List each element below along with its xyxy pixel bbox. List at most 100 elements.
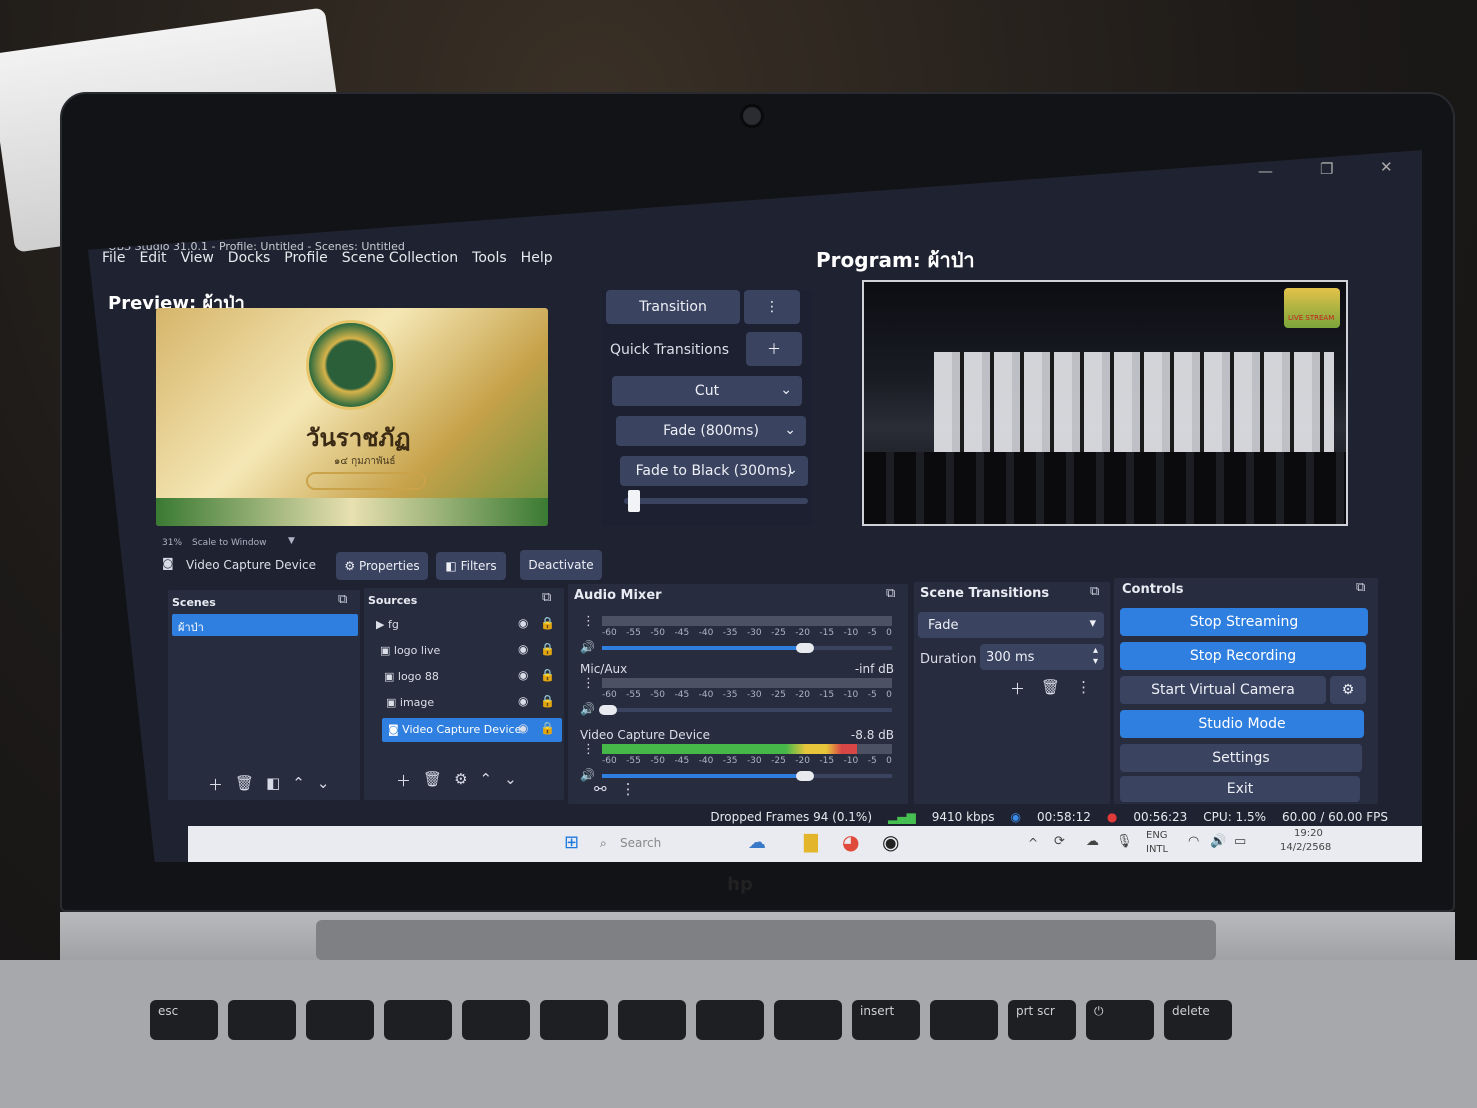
folder-icon[interactable]: ▇ (804, 832, 818, 853)
menu-profile[interactable]: Profile (284, 250, 328, 266)
muted-speaker-icon[interactable]: 🔊 (580, 702, 595, 716)
filters-button[interactable]: ◧ Filters (436, 552, 506, 580)
channel-menu-icon[interactable]: ⋮ (582, 676, 595, 691)
speaker-icon[interactable]: 🔊 (580, 768, 595, 782)
menu-help[interactable]: Help (521, 250, 553, 266)
channel-menu-icon[interactable]: ⋮ (582, 742, 595, 757)
key-power-icon[interactable]: ⏻ (1086, 1000, 1154, 1040)
volume-slider[interactable] (602, 646, 892, 650)
trash-icon[interactable]: 🗑 (423, 770, 442, 791)
battery-icon[interactable]: ▭ (1234, 834, 1246, 849)
volume-knob[interactable] (796, 643, 814, 653)
key[interactable] (930, 1000, 998, 1040)
start-virtual-camera-button[interactable]: Start Virtual Camera (1120, 676, 1326, 704)
volume-slider[interactable] (602, 708, 892, 712)
virtual-camera-settings-icon[interactable]: ⚙ (1330, 676, 1366, 704)
key[interactable] (384, 1000, 452, 1040)
taskbar-search[interactable]: Search (620, 836, 661, 850)
wifi-icon[interactable]: ◠ (1188, 834, 1199, 849)
chevron-down-icon[interactable]: ⌄ (317, 774, 330, 795)
key[interactable] (228, 1000, 296, 1040)
lock-icon[interactable]: 🔒 (540, 616, 555, 630)
source-item[interactable]: ▶ fg ◉ 🔒 (368, 614, 558, 636)
volume-slider[interactable] (602, 774, 892, 778)
chrome-icon[interactable]: ◕ (842, 830, 859, 854)
search-icon[interactable]: ⌕ (600, 836, 607, 851)
key[interactable] (618, 1000, 686, 1040)
duration-spinbox[interactable]: 300 ms ▴ ▾ (980, 644, 1104, 670)
volume-icon[interactable]: 🔊 (1210, 834, 1226, 849)
chevron-up-icon[interactable]: ⌃ (480, 770, 493, 791)
transition-type-select[interactable]: Fade ▾ (918, 612, 1104, 638)
key-delete[interactable]: delete (1164, 1000, 1232, 1040)
menu-file[interactable]: File (102, 250, 125, 266)
add-icon[interactable]: ＋ (1010, 678, 1025, 699)
lock-icon[interactable]: 🔒 (540, 642, 555, 656)
menu-view[interactable]: View (181, 250, 214, 266)
lock-icon[interactable]: 🔒 (540, 721, 555, 735)
quick-transition-cut[interactable]: Cut ⌄ (612, 376, 802, 406)
menu-scene-collection[interactable]: Scene Collection (342, 250, 458, 266)
properties-button[interactable]: ⚙ Properties (336, 552, 428, 580)
key[interactable] (774, 1000, 842, 1040)
gear-icon[interactable]: ⚙ (454, 770, 467, 791)
key[interactable] (696, 1000, 764, 1040)
preview-canvas[interactable]: วันราชภัฏ ๑๔ กุมภาพันธ์ (156, 308, 548, 526)
tbar-handle[interactable] (627, 490, 640, 512)
key[interactable] (462, 1000, 530, 1040)
lock-icon[interactable]: 🔒 (540, 694, 555, 708)
key-esc[interactable]: esc (150, 1000, 218, 1040)
link-icon[interactable]: ⚯ (594, 780, 607, 798)
input-layout[interactable]: INTL (1146, 844, 1168, 855)
channel-menu-icon[interactable]: ⋮ (582, 614, 595, 629)
stop-recording-button[interactable]: Stop Recording (1120, 642, 1366, 670)
undock-icon[interactable]: ⧉ (1090, 584, 1099, 599)
undock-icon[interactable]: ⧉ (338, 592, 347, 607)
undock-icon[interactable]: ⧉ (886, 586, 895, 601)
key-prt-scr[interactable]: prt scr (1008, 1000, 1076, 1040)
quick-transition-fade-black[interactable]: Fade to Black (300ms) ⌄ (620, 456, 808, 486)
transition-menu-icon[interactable]: ⋮ (744, 290, 800, 324)
source-item[interactable]: ▣ image ◉ 🔒 (378, 692, 562, 714)
volume-knob[interactable] (796, 771, 814, 781)
source-item-selected[interactable]: ◙ Video Capture Device ◉ 🔒 (382, 718, 562, 742)
chevron-down-icon[interactable]: ⌄ (504, 770, 517, 791)
stop-streaming-button[interactable]: Stop Streaming (1120, 608, 1368, 636)
menu-dots-icon[interactable]: ⋮ (1076, 678, 1091, 699)
obs-icon[interactable]: ◉ (882, 830, 899, 854)
minimize-icon[interactable]: — (1258, 162, 1273, 180)
add-icon[interactable]: ＋ (396, 770, 411, 791)
undock-icon[interactable]: ⧉ (542, 590, 551, 605)
add-quick-transition-icon[interactable]: ＋ (746, 332, 802, 366)
undock-icon[interactable]: ⧉ (1356, 580, 1365, 595)
filter-icon[interactable]: ◧ (266, 774, 280, 795)
source-item[interactable]: ▣ logo 88 ◉ 🔒 (376, 666, 562, 688)
deactivate-button[interactable]: Deactivate (520, 550, 602, 580)
trash-icon[interactable]: 🗑 (235, 774, 254, 795)
maximize-icon[interactable]: ❐ (1320, 160, 1333, 178)
close-icon[interactable]: ✕ (1380, 158, 1393, 176)
eye-icon[interactable]: ◉ (518, 694, 528, 708)
eye-icon[interactable]: ◉ (518, 668, 528, 682)
scale-dropdown-icon[interactable]: ▼ (288, 536, 295, 546)
studio-mode-button[interactable]: Studio Mode (1120, 710, 1364, 738)
tray-cloud-icon[interactable]: ☁ (1086, 834, 1099, 849)
clock-date[interactable]: 14/2/2568 (1280, 842, 1331, 853)
key-insert[interactable]: insert (852, 1000, 920, 1040)
scene-item[interactable]: ผ้าป่า (172, 614, 358, 636)
eye-icon[interactable]: ◉ (518, 616, 528, 630)
transition-button[interactable]: Transition (606, 290, 740, 324)
menu-dots-icon[interactable]: ⋮ (621, 780, 636, 798)
source-item[interactable]: ▣ logo live ◉ 🔒 (372, 640, 562, 662)
settings-button[interactable]: Settings (1120, 744, 1362, 772)
menu-tools[interactable]: Tools (472, 250, 507, 266)
input-language[interactable]: ENG (1146, 830, 1168, 841)
microphone-icon[interactable]: 🎙 (1116, 834, 1133, 849)
chevron-up-icon[interactable]: ⌃ (292, 774, 305, 795)
muted-speaker-icon[interactable]: 🔊 (580, 640, 595, 654)
windows-start-icon[interactable]: ⊞ (564, 832, 579, 853)
volume-knob[interactable] (598, 705, 617, 715)
clock-time[interactable]: 19:20 (1294, 828, 1323, 839)
trash-icon[interactable]: 🗑 (1041, 678, 1060, 699)
menu-edit[interactable]: Edit (139, 250, 166, 266)
